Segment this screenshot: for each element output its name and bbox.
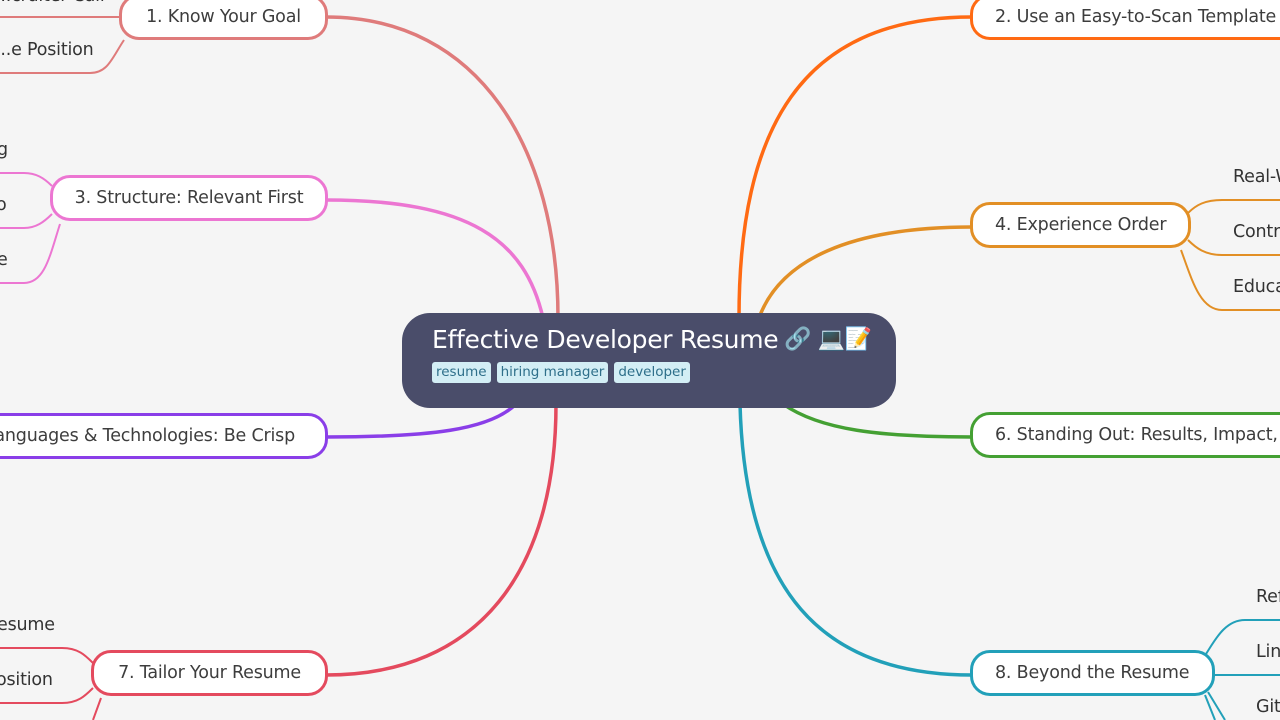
tag-list: resume hiring manager developer [432,362,896,383]
leaf-b1-0[interactable]: ...cruiter Call [0,0,105,6]
memo-icon: 📝 [844,327,872,352]
laptop-icon: 💻 [817,327,845,352]
leaf-b8-0[interactable]: Ref [1256,587,1280,607]
leaf-connector [1187,199,1280,214]
leaf-b4-1[interactable]: Contr [1233,222,1280,242]
connector-b1 [325,15,560,319]
tag-hiring-manager[interactable]: hiring manager [496,362,609,383]
branch-node-structure-relevant-first[interactable]: 3. Structure: Relevant First [50,175,328,221]
branch-node-standing-out[interactable]: 6. Standing Out: Results, Impact, N [970,412,1280,458]
branch-node-know-your-goal[interactable]: 1. Know Your Goal [119,0,328,40]
connector-b2 [737,15,973,319]
link-icon[interactable]: 🔗 [784,327,811,352]
connector-b4 [757,225,973,319]
leaf-b7-0[interactable]: esume [0,615,55,635]
connector-b7 [325,403,558,677]
connector-b8 [738,403,973,677]
root-title: Effective Developer Resume 🔗 💻 📝 [432,325,896,354]
branch-node-beyond-the-resume[interactable]: 8. Beyond the Resume [970,650,1215,696]
tag-resume[interactable]: resume [432,362,491,383]
leaf-b3-1[interactable]: o [0,195,7,215]
branch-node-experience-order[interactable]: 4. Experience Order [970,202,1191,248]
leaf-b7-1[interactable]: osition [0,670,53,690]
leaf-connector [0,213,53,229]
branch-node-languages-technologies[interactable]: Languages & Technologies: Be Crisp [0,413,328,459]
branch-label: Languages & Technologies: Be Crisp [0,426,295,446]
root-node[interactable]: Effective Developer Resume 🔗 💻 📝 resume … [402,313,896,408]
leaf-b3-2[interactable]: e [0,250,8,270]
leaf-b4-2[interactable]: Educa [1233,277,1280,297]
branch-node-tailor-your-resume[interactable]: 7. Tailor Your Resume [91,650,328,696]
branch-node-easy-to-scan-template[interactable]: 2. Use an Easy-to-Scan Template [970,0,1280,40]
leaf-connector [0,687,94,704]
leaf-connector [0,172,53,187]
branch-label: 3. Structure: Relevant First [74,188,304,208]
connector-b3 [325,198,545,319]
leaf-b4-0[interactable]: Real-W [1233,167,1280,187]
leaf-connector [1204,694,1216,720]
branch-label: 7. Tailor Your Resume [118,663,301,683]
leaf-connector [0,223,61,284]
leaf-b8-1[interactable]: Lin [1256,642,1280,662]
connector-b6 [781,402,973,439]
connector-b5 [325,402,518,439]
mindmap-canvas[interactable]: ...cruiter Call ...e Position g o e esum… [0,0,1280,720]
leaf-connector [1187,239,1280,256]
branch-label: 4. Experience Order [995,215,1167,235]
leaf-b8-2[interactable]: Git [1256,697,1280,717]
leaf-b3-0[interactable]: g [0,140,8,160]
leaf-connector [0,647,94,664]
leaf-b1-1[interactable]: ...e Position [0,40,94,60]
branch-label: 8. Beyond the Resume [995,663,1190,683]
tag-developer[interactable]: developer [614,362,690,383]
branch-label: 6. Standing Out: Results, Impact, N [995,425,1280,445]
leaf-connector [92,697,102,720]
branch-label: 2. Use an Easy-to-Scan Template [995,7,1277,27]
root-title-text: Effective Developer Resume [432,325,779,354]
branch-label: 1. Know Your Goal [146,7,301,27]
leaf-connector [1207,691,1226,720]
